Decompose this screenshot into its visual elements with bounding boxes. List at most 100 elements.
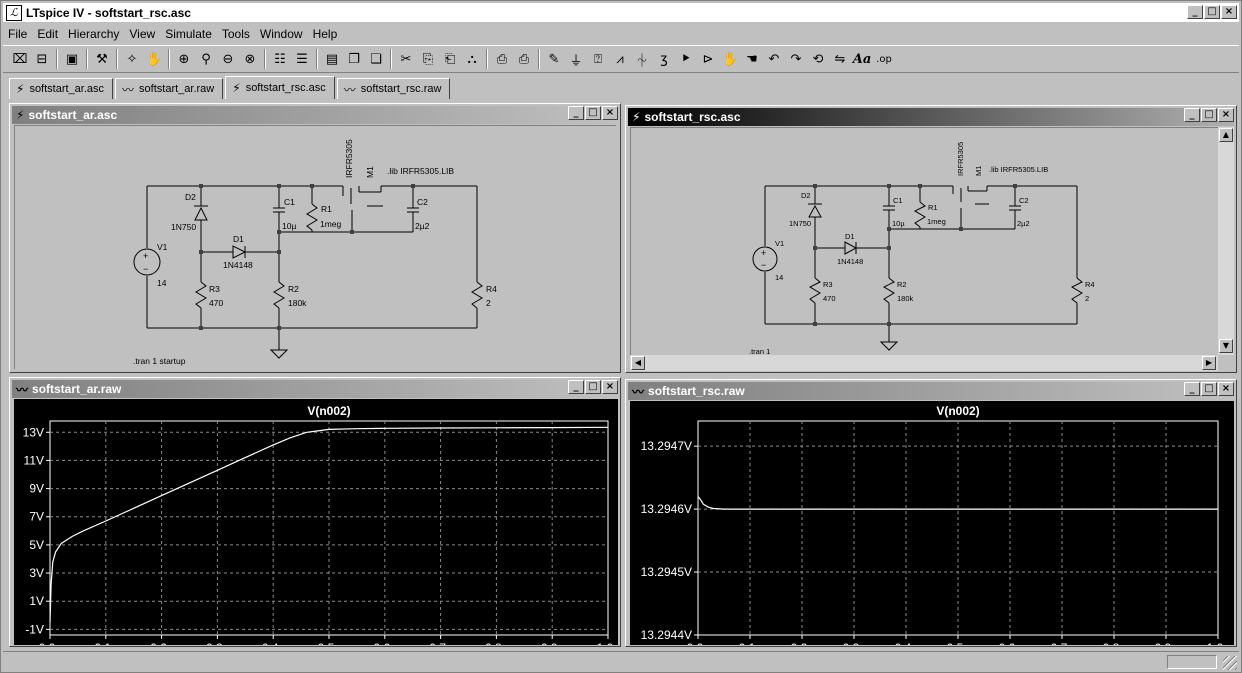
ground-icon[interactable]: ⏚ (565, 48, 587, 70)
menu-window[interactable]: Window (255, 27, 308, 41)
tab-softstart-rsc-raw[interactable]: 〰 softstart_rsc.raw (336, 78, 451, 99)
close-all-icon[interactable]: ❐ (343, 48, 365, 70)
tile-horizontal-icon[interactable]: ☷ (269, 48, 291, 70)
scroll-right-button[interactable]: ▶ (1202, 356, 1216, 370)
vertical-scrollbar[interactable]: ▲ ▼ (1218, 127, 1234, 355)
wire-icon[interactable]: ✎ (543, 48, 565, 70)
tab-softstart-ar-asc[interactable]: ⚡ softstart_ar.asc (9, 78, 114, 99)
schematic-canvas-ar[interactable]: + − IRFR5305 M1 .lib IRFR5305.LIB D2 1N7… (14, 125, 616, 369)
resize-grip-icon[interactable] (1223, 656, 1237, 670)
x-tick-label: 0.3s (206, 641, 229, 645)
drag-icon[interactable]: ☚ (741, 48, 763, 70)
tran-directive[interactable]: .tran 1 startup (133, 356, 186, 366)
menu-tools[interactable]: Tools (217, 27, 255, 41)
ltspice-logo-icon[interactable]: ℒ (6, 4, 22, 21)
tab-softstart-rsc-asc[interactable]: ⚡ softstart_rsc.asc (225, 76, 335, 99)
new-schematic-icon[interactable]: ⌧ (9, 48, 31, 70)
tile-vertical-icon[interactable]: ☰ (291, 48, 313, 70)
x-tick-label: 0.1s (94, 641, 117, 645)
text-icon[interactable]: Aa (851, 48, 873, 70)
close-button[interactable]: × (602, 106, 618, 120)
x-tick-label: 0.5s (318, 641, 341, 645)
copy-icon[interactable]: ⎘ (417, 48, 439, 70)
r4-value: 2 (1085, 294, 1089, 303)
schematic-window-rsc[interactable]: ⚡ softstart_rsc.asc _ □ × + − IRFR5305 M… (625, 105, 1237, 373)
minimize-button[interactable]: _ (1187, 5, 1203, 19)
zoom-rect-icon[interactable]: ⚲ (195, 48, 217, 70)
status-bar (3, 651, 1239, 671)
close-button[interactable]: × (1221, 5, 1237, 19)
menu-hierarchy[interactable]: Hierarchy (63, 27, 124, 41)
horizontal-scrollbar[interactable]: ◀ ▶ (630, 355, 1218, 371)
maximize-button[interactable]: □ (1201, 382, 1217, 396)
svg-text:−: − (761, 260, 766, 270)
save-icon[interactable]: ▣ (61, 48, 83, 70)
cascade-icon[interactable]: ▤ (321, 48, 343, 70)
menu-file[interactable]: File (3, 27, 32, 41)
zoom-in-icon[interactable]: ⊕ (173, 48, 195, 70)
scroll-down-button[interactable]: ▼ (1219, 339, 1233, 353)
minimize-button[interactable]: _ (568, 106, 584, 120)
waveform-plot-ar[interactable]: V(n002) 0.0s 0.1s 0.2s 0.3s 0.4s 0.5s 0.6s 0.7s 0… (14, 399, 619, 655)
schematic-window-rsc-titlebar[interactable]: ⚡ softstart_rsc.asc (628, 108, 1234, 126)
tab-softstart-ar-raw[interactable]: 〰 softstart_ar.raw (115, 78, 224, 99)
capacitor-icon[interactable]: ⏆ (631, 48, 653, 70)
move-icon[interactable]: ✋ (719, 48, 741, 70)
find-icon[interactable]: ⛬ (461, 48, 483, 70)
run-icon[interactable]: ✧ (121, 48, 143, 70)
scroll-left-button[interactable]: ◀ (631, 356, 645, 370)
waveform-plot-rsc[interactable]: V(n002)0.0s0.1s0.2s0.3s0.4s0.5s0.6s0.7s0… (630, 401, 1234, 655)
maximize-button[interactable]: □ (585, 380, 601, 394)
close-button[interactable]: × (1218, 382, 1234, 396)
undo-icon[interactable]: ↶ (763, 48, 785, 70)
resistor-icon[interactable]: ⩘ (609, 48, 631, 70)
control-panel-icon[interactable]: ⚒ (91, 48, 113, 70)
menu-view[interactable]: View (124, 27, 160, 41)
zoom-out-icon[interactable]: ⊖ (217, 48, 239, 70)
tab-label: softstart_rsc.raw (360, 83, 442, 95)
print-icon[interactable]: ⎙ (513, 48, 535, 70)
schematic-canvas-rsc[interactable]: + − IRFR5305 M1 .lib IRFR5305.LIB D2 1N7… (630, 127, 1218, 356)
waveform-window-rsc[interactable]: 〰 softstart_rsc.raw _ □ × V(n002)0.0s0.1… (625, 379, 1237, 655)
ltspice-app: ℒ LTspice IV - softstart_rsc.asc _ □ × F… (0, 0, 1242, 673)
status-panel (1167, 655, 1217, 669)
menu-simulate[interactable]: Simulate (160, 27, 217, 41)
v1-ref: V1 (775, 239, 784, 248)
schematic-window-ar[interactable]: ⚡ softstart_ar.asc _ □ × + − IRFR5305 M1… (9, 103, 621, 373)
close-button[interactable]: × (602, 380, 618, 394)
paste-icon[interactable]: ⎗ (439, 48, 461, 70)
lib-directive[interactable]: .lib IRFR5305.LIB (989, 165, 1048, 174)
zoom-fit-icon[interactable]: ⊗ (239, 48, 261, 70)
tab-bar: ⚡ softstart_ar.asc 〰 softstart_ar.raw ⚡ … (3, 75, 1239, 99)
redo-icon[interactable]: ↷ (785, 48, 807, 70)
waveform-window-rsc-titlebar[interactable]: 〰 softstart_rsc.raw (628, 382, 1234, 400)
minimize-button[interactable]: _ (1184, 382, 1200, 396)
minimize-button[interactable]: _ (1184, 108, 1200, 122)
y-tick-label: 3V (29, 566, 44, 580)
halt-icon[interactable]: ✋ (143, 48, 165, 70)
maximize-button[interactable]: □ (585, 106, 601, 120)
maximize-button[interactable]: □ (1201, 108, 1217, 122)
cut-icon[interactable]: ✂ (395, 48, 417, 70)
rotate-icon[interactable]: ⟲ (807, 48, 829, 70)
menu-edit[interactable]: Edit (32, 27, 63, 41)
maximize-button[interactable]: □ (1204, 5, 1220, 19)
minimize-button[interactable]: _ (568, 380, 584, 394)
open-icon[interactable]: ⊟ (31, 48, 53, 70)
mirror-icon[interactable]: ⇋ (829, 48, 851, 70)
scroll-up-button[interactable]: ▲ (1219, 128, 1233, 142)
tile-icon[interactable]: ❏ (365, 48, 387, 70)
schematic-window-ar-titlebar[interactable]: ⚡ softstart_ar.asc (12, 106, 618, 124)
waveform-window-ar-titlebar[interactable]: 〰 softstart_ar.raw (12, 380, 618, 398)
diode-icon[interactable]: ⯈ (675, 48, 697, 70)
spice-directive-icon[interactable]: .op (873, 48, 895, 70)
print-setup-icon[interactable]: ⎙ (491, 48, 513, 70)
waveform-window-ar[interactable]: 〰 softstart_ar.raw _ □ × V(n002) 0.0s 0.1s… (9, 377, 621, 655)
inductor-icon[interactable]: ʒ (653, 48, 675, 70)
label-icon[interactable]: ⍰ (587, 48, 609, 70)
close-button[interactable]: × (1218, 108, 1234, 122)
lib-directive[interactable]: .lib IRFR5305.LIB (387, 166, 454, 176)
svg-text:+: + (143, 251, 148, 261)
component-icon[interactable]: ⊳ (697, 48, 719, 70)
menu-help[interactable]: Help (308, 27, 343, 41)
